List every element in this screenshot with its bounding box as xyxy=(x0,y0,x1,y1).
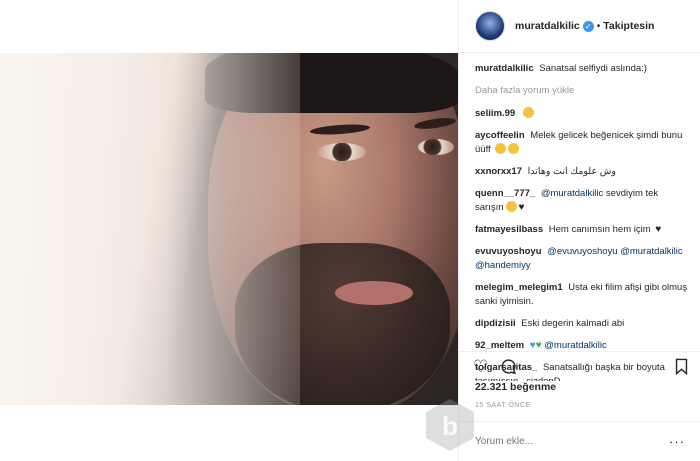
hand-emoji-icon xyxy=(505,201,517,212)
comment-username[interactable]: seliim.99 xyxy=(475,108,515,119)
list-item: fatmayesilbass Hem canımsın hem içim ♥ xyxy=(475,223,689,237)
comment-username[interactable]: 92_meltem xyxy=(475,340,524,351)
more-options-icon[interactable]: ··· xyxy=(669,434,685,449)
comment-list: muratdalkilic Sanatsal selfiydi aslında:… xyxy=(475,62,689,389)
comment-mention[interactable]: @evuvuyoshoyu xyxy=(547,246,617,257)
comment-text: Eski degerin kalmadi abi xyxy=(521,318,625,329)
header-username[interactable]: muratdalkilic xyxy=(515,20,580,32)
black-heart-emoji-icon: ♥ xyxy=(655,224,662,235)
comment-mention[interactable]: @muratdalkilic xyxy=(544,340,606,351)
comment-mention[interactable]: @muratdalkilic xyxy=(620,246,682,257)
smile-emoji-icon xyxy=(508,143,520,154)
comment-icon[interactable] xyxy=(500,358,517,379)
list-item: evuvuyoshoyu @evuvuyoshoyu @muratdalkili… xyxy=(475,245,689,273)
green-heart-emoji-icon: ♥ xyxy=(535,340,542,351)
header-separator-dot: • xyxy=(596,20,601,32)
photo-eye-left xyxy=(318,143,366,161)
list-item: dipdizisii Eski degerin kalmadi abi xyxy=(475,317,689,331)
comment-username[interactable]: fatmayesilbass xyxy=(475,224,543,235)
comment-username[interactable]: quenn__777_ xyxy=(475,188,535,199)
list-item: melegim_melegim1 Usta eki filim afişi gi… xyxy=(475,281,689,309)
caption: muratdalkilic Sanatsal selfiydi aslında:… xyxy=(475,62,689,76)
comment-text: Hem canımsın hem içim xyxy=(548,224,651,235)
comment-mention[interactable]: @muratdalkilic xyxy=(541,188,603,199)
svg-text:b: b xyxy=(442,411,458,441)
watermark-logo-icon: b xyxy=(426,399,474,451)
avatar[interactable] xyxy=(475,11,505,41)
like-count[interactable]: 22.321 beğenme xyxy=(475,381,556,393)
comment-mention[interactable]: @handemiyy xyxy=(475,260,531,271)
list-item: xxnorxx17 وش علومك انت وهاتدا xyxy=(475,165,689,179)
bookmark-icon[interactable] xyxy=(674,358,689,379)
comment-username[interactable]: evuvuyoshoyu xyxy=(475,246,542,257)
post-side-panel: muratdalkilic ✓ • Takiptesin muratdalkil… xyxy=(458,0,700,461)
list-item: seliim.99 xyxy=(475,107,689,121)
action-bar: ♡ xyxy=(459,351,700,379)
comment-input[interactable] xyxy=(475,436,669,447)
photo-eye-right xyxy=(418,139,454,155)
caption-text: Sanatsal selfiydi aslında:) xyxy=(539,63,647,74)
post-header: muratdalkilic ✓ • Takiptesin xyxy=(459,0,700,53)
photo-blur-foreground xyxy=(0,53,300,405)
comment-username[interactable]: xxnorxx17 xyxy=(475,166,522,177)
comment-username[interactable]: aycoffeelin xyxy=(475,130,525,141)
add-comment-bar: ··· xyxy=(459,421,700,461)
verified-badge-icon: ✓ xyxy=(582,20,594,32)
caption-username[interactable]: muratdalkilic xyxy=(475,63,534,74)
post-media-area xyxy=(0,0,458,461)
post-timestamp: 15 SAAT ÖNCE xyxy=(475,402,531,409)
smile-emoji-icon xyxy=(522,107,534,118)
heart-icon[interactable]: ♡ xyxy=(473,358,488,379)
comment-username[interactable]: melegim_melegim1 xyxy=(475,282,563,293)
list-item: aycoffeelin Melek gelicek beğenicek şimd… xyxy=(475,129,689,157)
follow-status-button[interactable]: Takiptesin xyxy=(603,20,654,32)
comment-text: وش علومك انت وهاتدا xyxy=(527,166,616,177)
smile-emoji-icon xyxy=(495,143,507,154)
comment-username[interactable]: dipdizisii xyxy=(475,318,516,329)
post-photo[interactable] xyxy=(0,53,458,405)
load-more-comments-link[interactable]: Daha fazla yorum yükle xyxy=(475,84,689,98)
list-item: quenn__777_ @muratdalkilic sevdiyim tek … xyxy=(475,187,689,215)
black-heart-emoji-icon: ♥ xyxy=(518,202,525,213)
photo-lips xyxy=(335,281,413,305)
